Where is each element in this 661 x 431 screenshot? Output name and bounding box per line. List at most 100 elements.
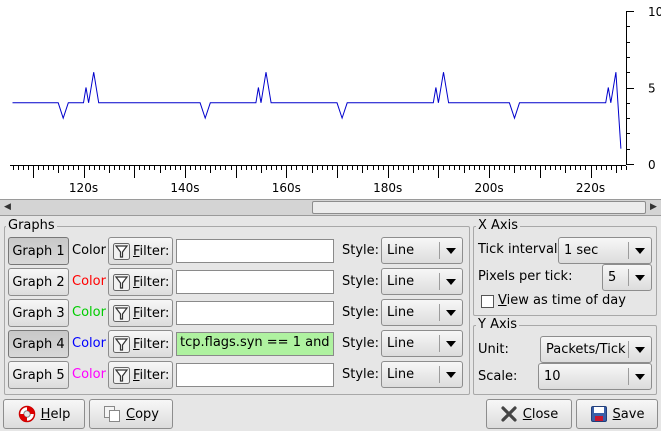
graph-toggle-button[interactable]: Graph 4 — [8, 330, 69, 358]
filter-button-label: Filter: — [133, 305, 170, 321]
pixels-per-tick-label: Pixels per tick: — [478, 269, 573, 284]
graph-filter-input[interactable] — [176, 301, 334, 325]
graph-filter-input[interactable] — [176, 239, 334, 263]
graph-toggle-button[interactable]: Graph 1 — [8, 237, 69, 265]
chevron-down-icon — [446, 310, 456, 316]
filter-icon — [113, 273, 130, 291]
graph-style-value: Line — [387, 274, 415, 289]
graph-color-label[interactable]: Color — [72, 305, 106, 320]
unit-label: Unit: — [478, 342, 509, 357]
chevron-down-icon — [635, 374, 645, 380]
x-tick-label: 160s — [272, 181, 301, 195]
style-label: Style: — [342, 305, 380, 320]
filter-icon — [113, 304, 130, 322]
scale-value: 10 — [544, 369, 561, 384]
filter-button[interactable]: Filter: — [108, 237, 173, 265]
graph-color-label[interactable]: Color — [72, 367, 106, 382]
graph-color-label[interactable]: Color — [72, 274, 106, 289]
graph-toggle-button[interactable]: Graph 5 — [8, 361, 69, 389]
filter-button-label: Filter: — [133, 367, 170, 383]
close-button[interactable]: Close — [486, 399, 572, 429]
x-tick-label: 220s — [576, 181, 605, 195]
tick-interval-value: 1 sec — [564, 243, 599, 258]
graph-color-label[interactable]: Color — [72, 336, 106, 351]
unit-value: Packets/Tick — [546, 342, 626, 357]
style-label: Style: — [342, 367, 380, 382]
filter-button-label: Filter: — [133, 336, 170, 352]
view-time-label-rest: iew as time of day — [506, 293, 626, 308]
filter-button[interactable]: Filter: — [108, 299, 173, 327]
graph-style-select[interactable]: Line — [381, 237, 463, 264]
x-tick-label: 140s — [170, 181, 199, 195]
graph-filter-input[interactable] — [176, 270, 334, 294]
graph-color-label[interactable]: Color — [72, 243, 106, 258]
pixels-per-tick-value: 5 — [608, 270, 617, 285]
scrollbar-thumb[interactable] — [311, 201, 646, 214]
chevron-down-icon — [635, 275, 645, 281]
filter-button[interactable]: Filter: — [108, 330, 173, 358]
view-time-label[interactable]: View as time of day — [498, 293, 626, 308]
graph-style-select[interactable]: Line — [381, 299, 463, 326]
horizontal-scrollbar[interactable]: ◀ ▶ — [0, 199, 661, 216]
graph-style-value: Line — [387, 243, 415, 258]
graph-canvas[interactable]: 120s 140s 160s 180s 200s 220s 10 5 0 — [0, 0, 661, 199]
x-tick-label: 120s — [69, 181, 98, 195]
y-tick-label: 10 — [648, 5, 661, 19]
filter-button[interactable]: Filter: — [108, 361, 173, 389]
graphs-frame-label: Graphs — [6, 218, 57, 233]
chevron-down-icon — [446, 372, 456, 378]
filter-button[interactable]: Filter: — [108, 268, 173, 296]
close-button-label: Close — [522, 406, 559, 422]
style-label: Style: — [342, 243, 380, 258]
graph-style-value: Line — [387, 336, 415, 351]
y-tick-label: 5 — [648, 82, 656, 96]
x-tick-label: 200s — [475, 181, 504, 195]
filter-icon — [113, 335, 130, 353]
filter-button-label: Filter: — [133, 274, 170, 290]
graph-style-select[interactable]: Line — [381, 330, 463, 357]
chevron-down-icon — [635, 347, 645, 353]
copy-icon — [104, 406, 120, 422]
floppy-disk-icon — [590, 406, 607, 422]
y-axis-frame-label: Y Axis — [476, 317, 520, 332]
close-icon — [501, 406, 517, 422]
save-button[interactable]: Save — [576, 399, 658, 429]
scale-select[interactable]: 10 — [538, 363, 652, 390]
scroll-right-icon[interactable]: ▶ — [646, 200, 661, 215]
help-button-label: Help — [40, 406, 71, 422]
lifebuoy-icon — [18, 405, 35, 423]
graph-style-value: Line — [387, 367, 415, 382]
chevron-down-icon — [635, 248, 645, 254]
chevron-down-icon — [446, 341, 456, 347]
style-label: Style: — [342, 336, 380, 351]
save-button-label: Save — [612, 406, 645, 422]
y-tick-label: 0 — [648, 158, 656, 172]
view-time-checkbox[interactable] — [481, 295, 494, 308]
unit-select[interactable]: Packets/Tick — [540, 336, 652, 363]
filter-button-label: Filter: — [133, 243, 170, 259]
style-label: Style: — [342, 274, 380, 289]
copy-button-label: Copy — [126, 406, 159, 422]
io-graph-plot: 120s 140s 160s 180s 200s 220s 10 5 0 — [10, 5, 661, 195]
graph-toggle-button[interactable]: Graph 3 — [8, 299, 69, 327]
chevron-down-icon — [446, 248, 456, 254]
x-tick-label: 180s — [373, 181, 402, 195]
pixels-per-tick-select[interactable]: 5 — [602, 264, 652, 291]
x-axis-frame-label: X Axis — [476, 218, 521, 233]
graph-filter-input[interactable] — [176, 363, 334, 387]
graph-toggle-button[interactable]: Graph 2 — [8, 268, 69, 296]
filter-icon — [113, 366, 130, 384]
graph-style-select[interactable]: Line — [381, 268, 463, 295]
graph-style-value: Line — [387, 305, 415, 320]
help-button[interactable]: Help — [3, 399, 85, 429]
filter-icon — [113, 242, 130, 260]
tick-interval-label: Tick interval: — [478, 242, 562, 257]
tick-interval-select[interactable]: 1 sec — [558, 237, 652, 264]
graph-style-select[interactable]: Line — [381, 361, 463, 388]
packet-series-line — [12, 72, 622, 149]
scale-label: Scale: — [478, 369, 518, 384]
chevron-down-icon — [446, 279, 456, 285]
copy-button[interactable]: Copy — [89, 399, 173, 429]
scroll-left-icon[interactable]: ◀ — [0, 200, 15, 215]
graph-filter-input[interactable]: tcp.flags.syn == 1 and tcp — [176, 332, 334, 356]
